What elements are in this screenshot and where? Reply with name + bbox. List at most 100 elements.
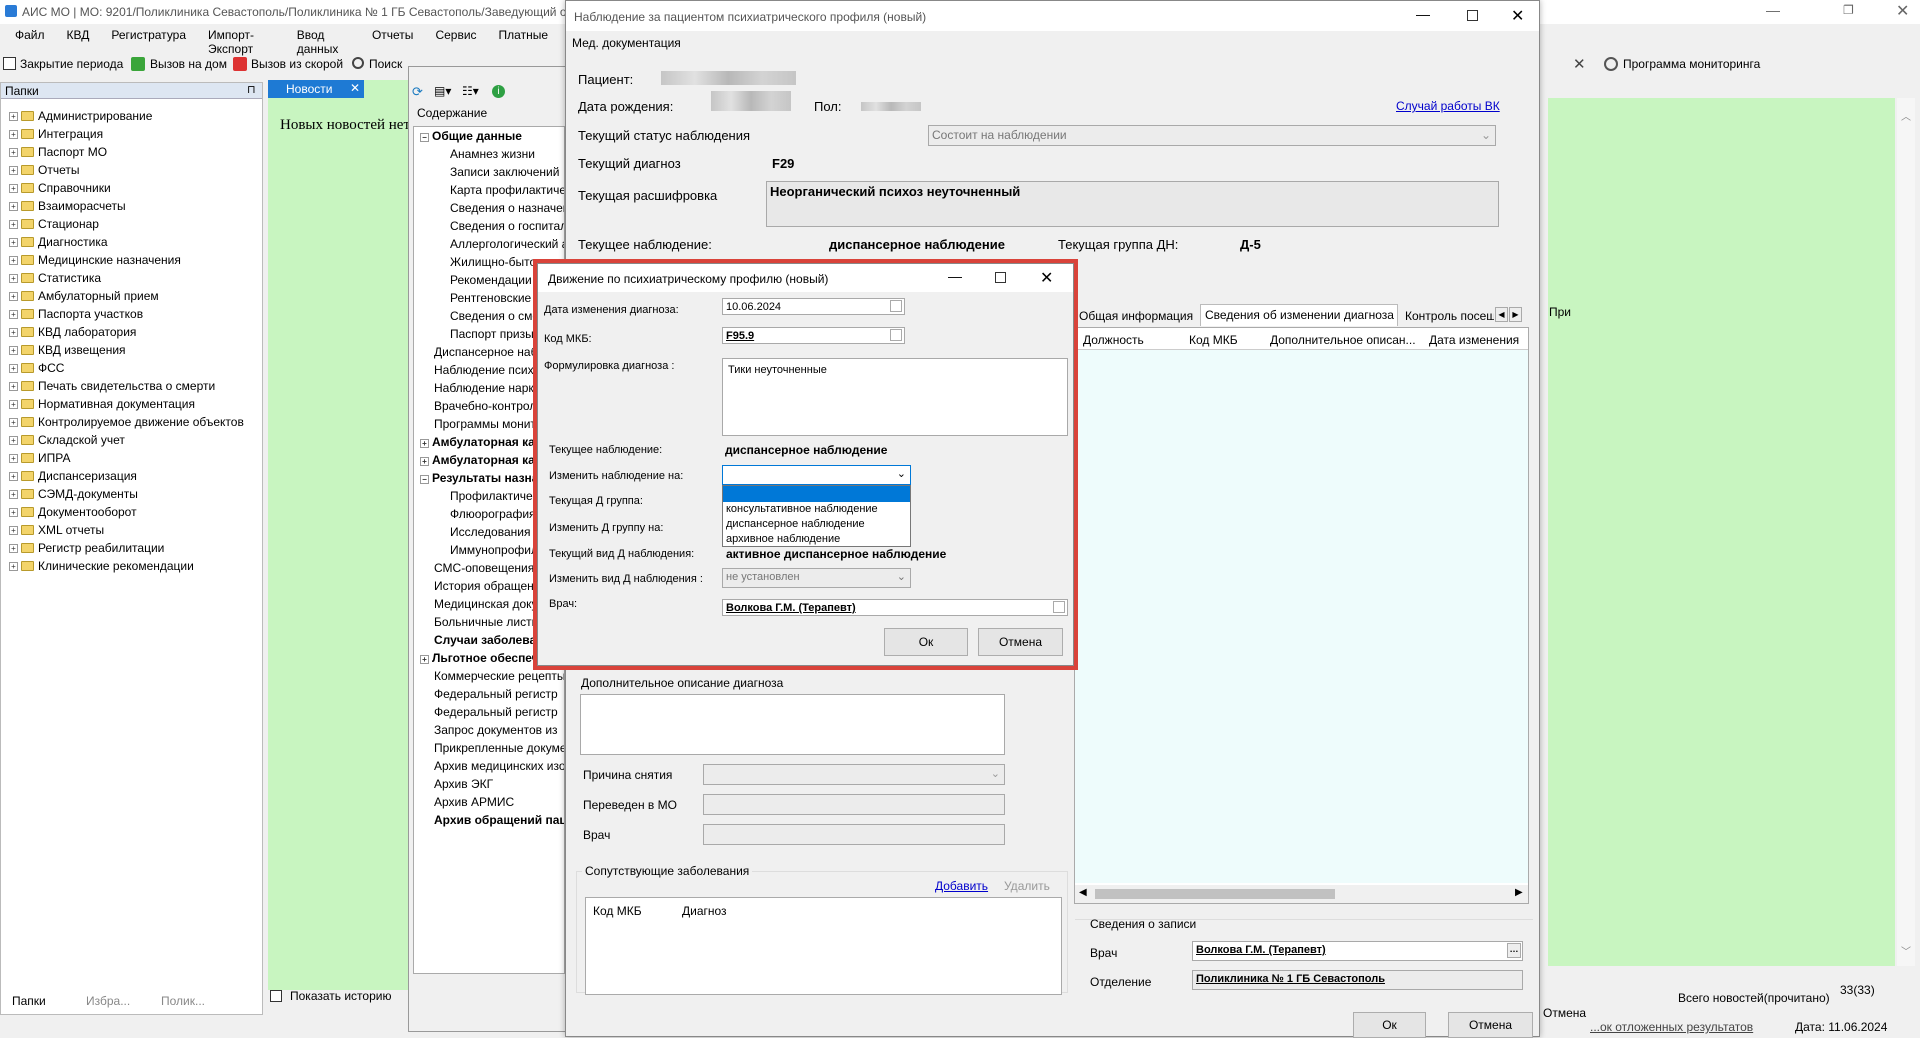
- folder-item[interactable]: + Печать свидетельства о смерти: [9, 377, 259, 395]
- show-history-checkbox[interactable]: [270, 990, 282, 1002]
- search-button[interactable]: Поиск: [369, 57, 402, 71]
- restore-icon[interactable]: ❐: [1843, 3, 1854, 17]
- contents-item[interactable]: − Общие данные: [414, 127, 564, 145]
- tab-visit-control[interactable]: Контроль посещений: [1402, 307, 1494, 326]
- folder-item[interactable]: + Медицинские назначения: [9, 251, 259, 269]
- dd-option-consult[interactable]: консультативное наблюдение: [723, 502, 910, 517]
- calendar-icon[interactable]: [890, 300, 902, 312]
- expand-icon[interactable]: +: [9, 543, 18, 553]
- folder-item[interactable]: + Администрирование: [9, 107, 259, 125]
- ellipsis-icon[interactable]: [890, 329, 902, 341]
- contents-item[interactable]: Архив АРМИС: [414, 793, 564, 811]
- news-tab[interactable]: Новости ✕: [268, 80, 364, 98]
- expand-icon[interactable]: +: [9, 453, 18, 463]
- d-mkb-field[interactable]: F95.9: [722, 327, 905, 344]
- grid-hscroll[interactable]: ◀ ▶: [1075, 885, 1528, 903]
- expand-icon[interactable]: +: [420, 457, 429, 466]
- obs-menu-meddoc[interactable]: Мед. документация: [572, 36, 681, 50]
- contents-item[interactable]: Карта профилактического: [414, 181, 564, 199]
- obs-cancel-button[interactable]: Отмена: [1448, 1012, 1533, 1038]
- d-cancel-button[interactable]: Отмена: [978, 628, 1063, 656]
- vk-link[interactable]: Случай работы ВК: [1396, 99, 1500, 113]
- expand-icon[interactable]: −: [420, 133, 429, 142]
- col-mkb[interactable]: Код МКБ: [1189, 333, 1238, 347]
- comorbid-delete-link[interactable]: Удалить: [1004, 879, 1050, 893]
- menu-data-entry[interactable]: Ввод данных: [297, 28, 350, 56]
- menu-kvd[interactable]: КВД: [67, 28, 90, 46]
- obs-maximize-icon[interactable]: [1467, 10, 1478, 21]
- expand-icon[interactable]: +: [9, 471, 18, 481]
- obs-doctor-field[interactable]: [703, 824, 1005, 845]
- contents-item[interactable]: Аллергологический анамнез: [414, 235, 564, 253]
- expand-icon[interactable]: +: [420, 439, 429, 448]
- close-icon[interactable]: ✕: [1896, 1, 1909, 21]
- folder-item[interactable]: + Интеграция: [9, 125, 259, 143]
- folder-item[interactable]: + Документооборот: [9, 503, 259, 521]
- contents-item[interactable]: Архив обращений пациента: [414, 811, 564, 829]
- tab-general-info[interactable]: Общая информация: [1076, 307, 1196, 326]
- folder-item[interactable]: + XML отчеты: [9, 521, 259, 539]
- expand-icon[interactable]: +: [9, 489, 18, 499]
- com-col-diag[interactable]: Диагноз: [682, 904, 727, 918]
- ellipsis-icon[interactable]: [1053, 601, 1065, 613]
- expand-icon[interactable]: +: [9, 201, 18, 211]
- contents-item[interactable]: Сведения о госпитализациях: [414, 217, 564, 235]
- expand-icon[interactable]: +: [9, 183, 18, 193]
- tab-folders[interactable]: Папки: [12, 994, 46, 1008]
- home-call-button[interactable]: Вызов на дом: [150, 57, 227, 71]
- menu-reports[interactable]: Отчеты: [372, 28, 413, 46]
- status-link[interactable]: ...ок отложенных результатов: [1590, 1020, 1753, 1034]
- folder-item[interactable]: + Клинические рекомендации: [9, 557, 259, 575]
- dd-option-archive[interactable]: архивное наблюдение: [723, 532, 910, 547]
- expand-icon[interactable]: +: [9, 417, 18, 427]
- contents-item[interactable]: Анамнез жизни: [414, 145, 564, 163]
- removal-select[interactable]: ⌄: [703, 764, 1005, 785]
- d-date-field[interactable]: 10.06.2024: [722, 298, 905, 315]
- d-change-kind-select[interactable]: не установлен ⌄: [722, 568, 911, 588]
- dialog-minimize-icon[interactable]: —: [948, 268, 962, 284]
- folder-item[interactable]: + Диспансеризация: [9, 467, 259, 485]
- news-tab-close-icon[interactable]: ✕: [350, 81, 360, 95]
- monitoring-button[interactable]: Программа мониторинга: [1623, 57, 1760, 71]
- behind-close-icon[interactable]: ✕: [1573, 55, 1586, 73]
- status-select[interactable]: Состоит на наблюдении ⌄: [928, 125, 1496, 146]
- pin-icon[interactable]: ⊓: [247, 83, 256, 96]
- expand-icon[interactable]: +: [9, 111, 18, 121]
- d-ok-button[interactable]: Ок: [884, 628, 968, 656]
- expand-icon[interactable]: +: [9, 381, 18, 391]
- col-change-date[interactable]: Дата изменения: [1429, 333, 1519, 347]
- rec-doctor-field[interactable]: Волкова Г.М. (Терапевт)…: [1192, 941, 1523, 961]
- rec-dept-field[interactable]: Поликлиника № 1 ГБ Севастополь: [1192, 970, 1523, 990]
- expand-icon[interactable]: −: [420, 475, 429, 484]
- extra-desc-field[interactable]: [580, 694, 1005, 755]
- minimize-icon[interactable]: —: [1766, 2, 1780, 18]
- decode-field[interactable]: Неорганический психоз неуточненный: [766, 181, 1499, 227]
- contents-item[interactable]: Запрос документов из: [414, 721, 564, 739]
- folder-item[interactable]: + Регистр реабилитации: [9, 539, 259, 557]
- com-col-mkb[interactable]: Код МКБ: [593, 904, 642, 918]
- ellipsis-icon[interactable]: …: [1507, 943, 1521, 958]
- contents-item[interactable]: Архив медицинских изображений: [414, 757, 564, 775]
- expand-icon[interactable]: +: [9, 345, 18, 355]
- expand-icon[interactable]: +: [9, 327, 18, 337]
- folder-item[interactable]: + Паспорта участков: [9, 305, 259, 323]
- expand-icon[interactable]: +: [9, 363, 18, 373]
- folder-item[interactable]: + ИПРА: [9, 449, 259, 467]
- dialog-maximize-icon[interactable]: [995, 272, 1006, 283]
- expand-icon[interactable]: +: [9, 273, 18, 283]
- folder-item[interactable]: + Стационар: [9, 215, 259, 233]
- expand-icon[interactable]: +: [9, 309, 18, 319]
- expand-icon[interactable]: +: [9, 237, 18, 247]
- folder-item[interactable]: + Нормативная документация: [9, 395, 259, 413]
- tab-clinic[interactable]: Полик...: [161, 994, 205, 1008]
- expand-icon[interactable]: +: [9, 507, 18, 517]
- folder-item[interactable]: + Паспорт МО: [9, 143, 259, 161]
- contents-item[interactable]: Записи заключений: [414, 163, 564, 181]
- expand-icon[interactable]: +: [9, 219, 18, 229]
- dd-option-dispensary[interactable]: диспансерное наблюдение: [723, 517, 910, 532]
- folder-item[interactable]: + Амбулаторный прием: [9, 287, 259, 305]
- print-icon[interactable]: ▤▾: [434, 84, 451, 98]
- dd-option-empty[interactable]: [723, 486, 910, 502]
- folder-item[interactable]: + КВД извещения: [9, 341, 259, 359]
- menu-paid[interactable]: Платные: [499, 28, 548, 46]
